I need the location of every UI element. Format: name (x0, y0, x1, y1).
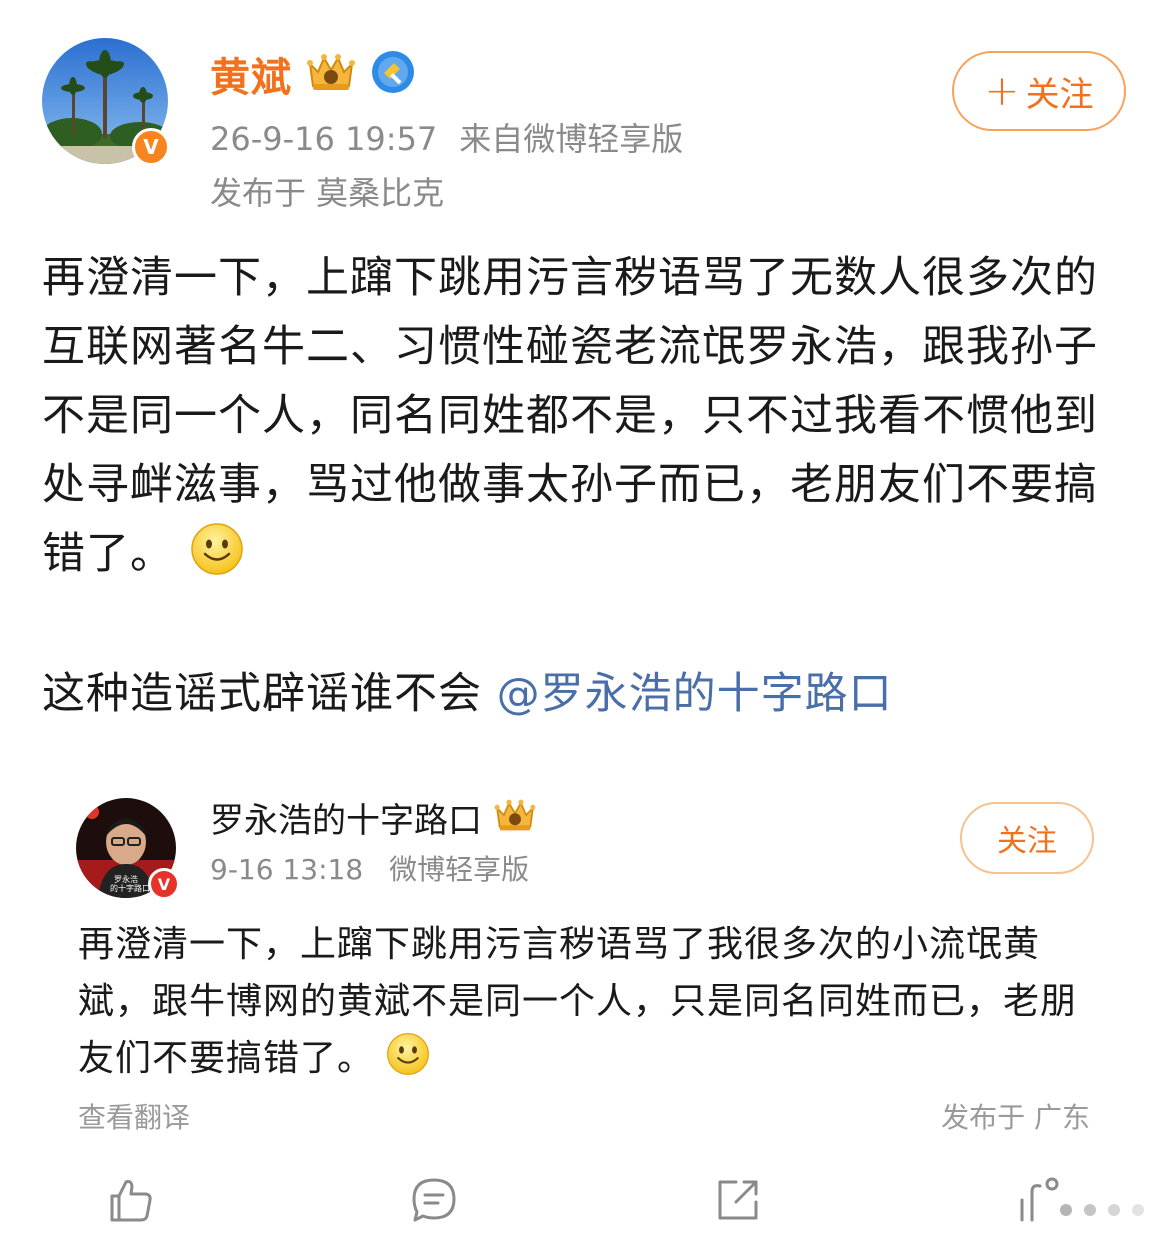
author-name[interactable]: 黄斌 (210, 45, 292, 103)
verified-badge: V (132, 128, 170, 166)
repost-text-content: 再澄清一下，上蹿下跳用污言秽语骂了我很多次的小流氓黄斌，跟牛博网的黄斌不是同一个… (78, 924, 1078, 1079)
action-bar (0, 1166, 1156, 1238)
crown-badge-icon[interactable] (304, 50, 358, 98)
repost-author-name-row: 罗永浩的十字路口 (210, 792, 538, 842)
repost-follow-button[interactable]: 关注 (960, 802, 1094, 874)
repost-author-name[interactable]: 罗永浩的十字路口 (210, 793, 482, 842)
repost-author-avatar[interactable]: 罗永浩 的十字路口 V (76, 798, 180, 900)
smile-emoji-icon (387, 1033, 429, 1075)
repost-source: 微博轻享版 (389, 853, 530, 886)
smile-emoji-icon (191, 523, 243, 575)
weibo-post: V 黄斌 26-9-16 19:57 来自微博轻享版 发布于 莫桑比克 + 关注… (0, 0, 1156, 1248)
post-location: 发布于 莫桑比克 (210, 174, 445, 212)
post-meta: 26-9-16 19:57 来自微博轻享版 (210, 114, 683, 160)
repost-verified-badge: V (148, 868, 180, 900)
follow-button[interactable]: + 关注 (952, 51, 1126, 131)
post-source: 来自微博轻享版 (459, 120, 684, 158)
plus-icon: + (984, 66, 1020, 115)
repost-text: 再澄清一下，上蹿下跳用污言秽语骂了我很多次的小流氓黄斌，跟牛博网的黄斌不是同一个… (78, 916, 1088, 1087)
loading-dots (1058, 1200, 1148, 1220)
mention-link[interactable]: @罗永浩的十字路口 (497, 669, 893, 719)
follow-label: 关注 (1025, 74, 1094, 115)
post-time: 26-9-16 19:57 (210, 120, 438, 158)
svg-text:的十字路口: 的十字路口 (110, 883, 150, 893)
repost-card[interactable]: 罗永浩 的十字路口 V 罗永浩的十字路口 9-16 13:18 微博轻享版 关注 … (0, 770, 1156, 1150)
crown-badge-icon[interactable] (492, 796, 538, 838)
post-text-line2: 这种造谣式辟谣谁不会 @罗永浩的十字路口 (42, 660, 893, 729)
repost-meta: 9-16 13:18 微博轻享版 (210, 848, 529, 888)
author-avatar[interactable]: V (42, 38, 170, 166)
translate-link[interactable]: 查看翻译 (78, 1096, 190, 1136)
repost-location: 发布于 广东 (941, 1101, 1090, 1134)
share-icon[interactable] (712, 1174, 764, 1226)
repost-time: 9-16 13:18 (210, 853, 364, 886)
comment-icon[interactable] (408, 1174, 460, 1226)
repost-avatar-caption: 罗永浩 (114, 874, 138, 884)
post-text2: 这种造谣式辟谣谁不会 (42, 669, 497, 719)
like-icon[interactable] (104, 1174, 156, 1226)
shield-hammer-badge-icon[interactable] (370, 49, 416, 99)
author-name-row: 黄斌 (210, 46, 416, 102)
post-text: 再澄清一下，上蹿下跳用污言秽语骂了无数人很多次的互联网著名牛二、习惯性碰瓷老流氓… (42, 244, 1122, 589)
